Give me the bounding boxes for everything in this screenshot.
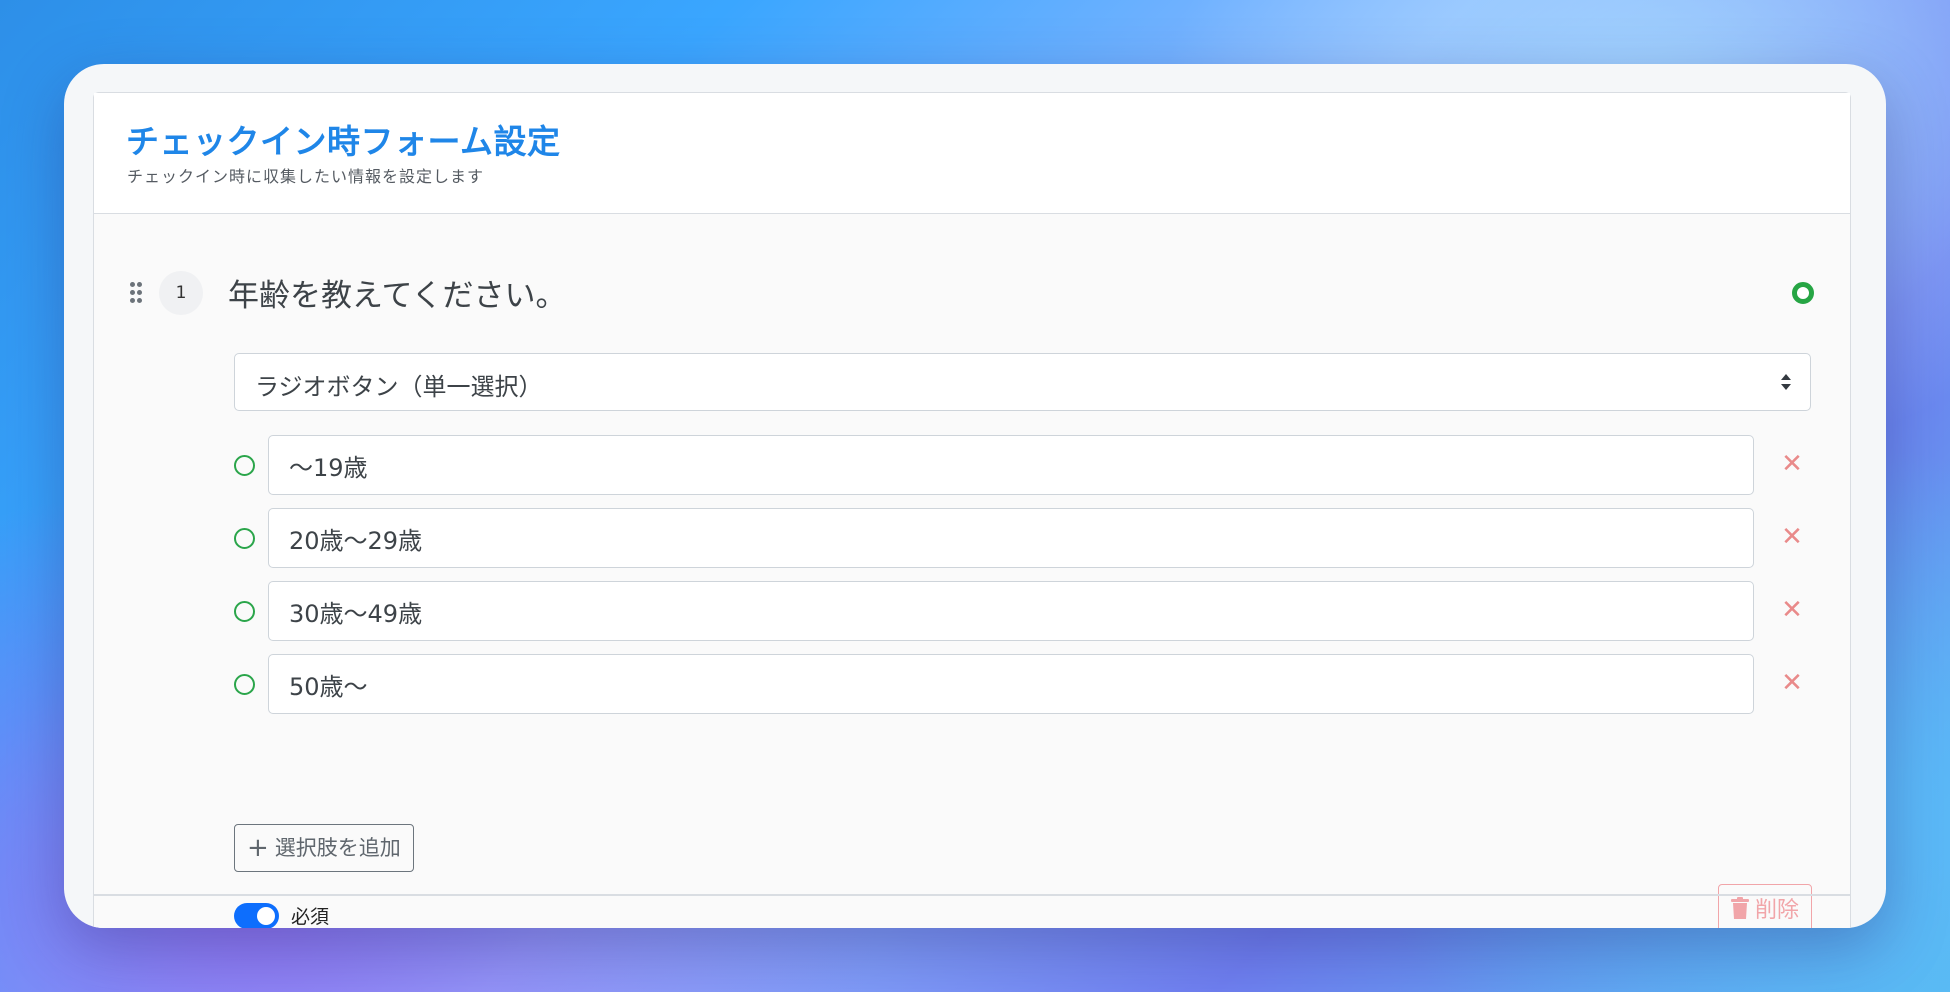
option-row: ✕ bbox=[234, 435, 1834, 495]
card-header: チェックイン時フォーム設定 チェックイン時に収集したい情報を設定します bbox=[94, 93, 1850, 214]
sort-arrows-icon bbox=[1780, 372, 1792, 392]
option-input[interactable] bbox=[268, 654, 1754, 714]
option-row: ✕ bbox=[234, 508, 1834, 568]
radio-circle-icon bbox=[234, 528, 255, 549]
question-type-select[interactable]: ラジオボタン（単一選択） bbox=[234, 353, 1811, 411]
delete-question-button[interactable]: 削除 bbox=[1717, 884, 1812, 928]
option-row: ✕ bbox=[234, 581, 1834, 641]
status-dot-icon bbox=[1792, 282, 1814, 304]
close-icon[interactable]: ✕ bbox=[1775, 520, 1809, 554]
radio-circle-icon bbox=[234, 601, 255, 622]
question-title[interactable]: 年齢を教えてください。 bbox=[228, 270, 567, 315]
radio-circle-icon bbox=[234, 455, 255, 476]
required-label: 必須 bbox=[291, 906, 330, 928]
delete-label: 削除 bbox=[1754, 898, 1799, 923]
radio-circle-icon bbox=[234, 674, 255, 695]
question-number: 1 bbox=[159, 271, 203, 315]
close-icon[interactable]: ✕ bbox=[1775, 666, 1809, 700]
option-row: ✕ bbox=[234, 654, 1834, 714]
page-subtitle: チェックイン時に収集したい情報を設定します bbox=[127, 167, 485, 186]
question-type-value: ラジオボタン（単一選択） bbox=[255, 373, 543, 401]
plus-icon: + bbox=[247, 833, 269, 863]
toggle-knob bbox=[257, 907, 275, 925]
close-icon[interactable]: ✕ bbox=[1775, 447, 1809, 481]
add-option-label: 選択肢を追加 bbox=[274, 836, 401, 860]
option-input[interactable] bbox=[268, 581, 1754, 641]
form-settings-card: チェックイン時フォーム設定 チェックイン時に収集したい情報を設定します 1 年齢… bbox=[93, 92, 1851, 928]
drag-handle-icon[interactable] bbox=[130, 282, 146, 304]
page-title: チェックイン時フォーム設定 bbox=[126, 122, 561, 161]
trash-icon bbox=[1730, 897, 1749, 919]
required-toggle[interactable] bbox=[234, 903, 279, 928]
question-item: 1 年齢を教えてください。 ラジオボタン（単一選択） ✕ bbox=[94, 214, 1850, 928]
close-icon[interactable]: ✕ bbox=[1775, 593, 1809, 627]
add-option-button[interactable]: + 選択肢を追加 bbox=[234, 824, 414, 872]
option-input[interactable] bbox=[268, 508, 1754, 568]
option-input[interactable] bbox=[268, 435, 1754, 495]
divider bbox=[94, 894, 1850, 896]
app-window: チェックイン時フォーム設定 チェックイン時に収集したい情報を設定します 1 年齢… bbox=[64, 64, 1886, 928]
